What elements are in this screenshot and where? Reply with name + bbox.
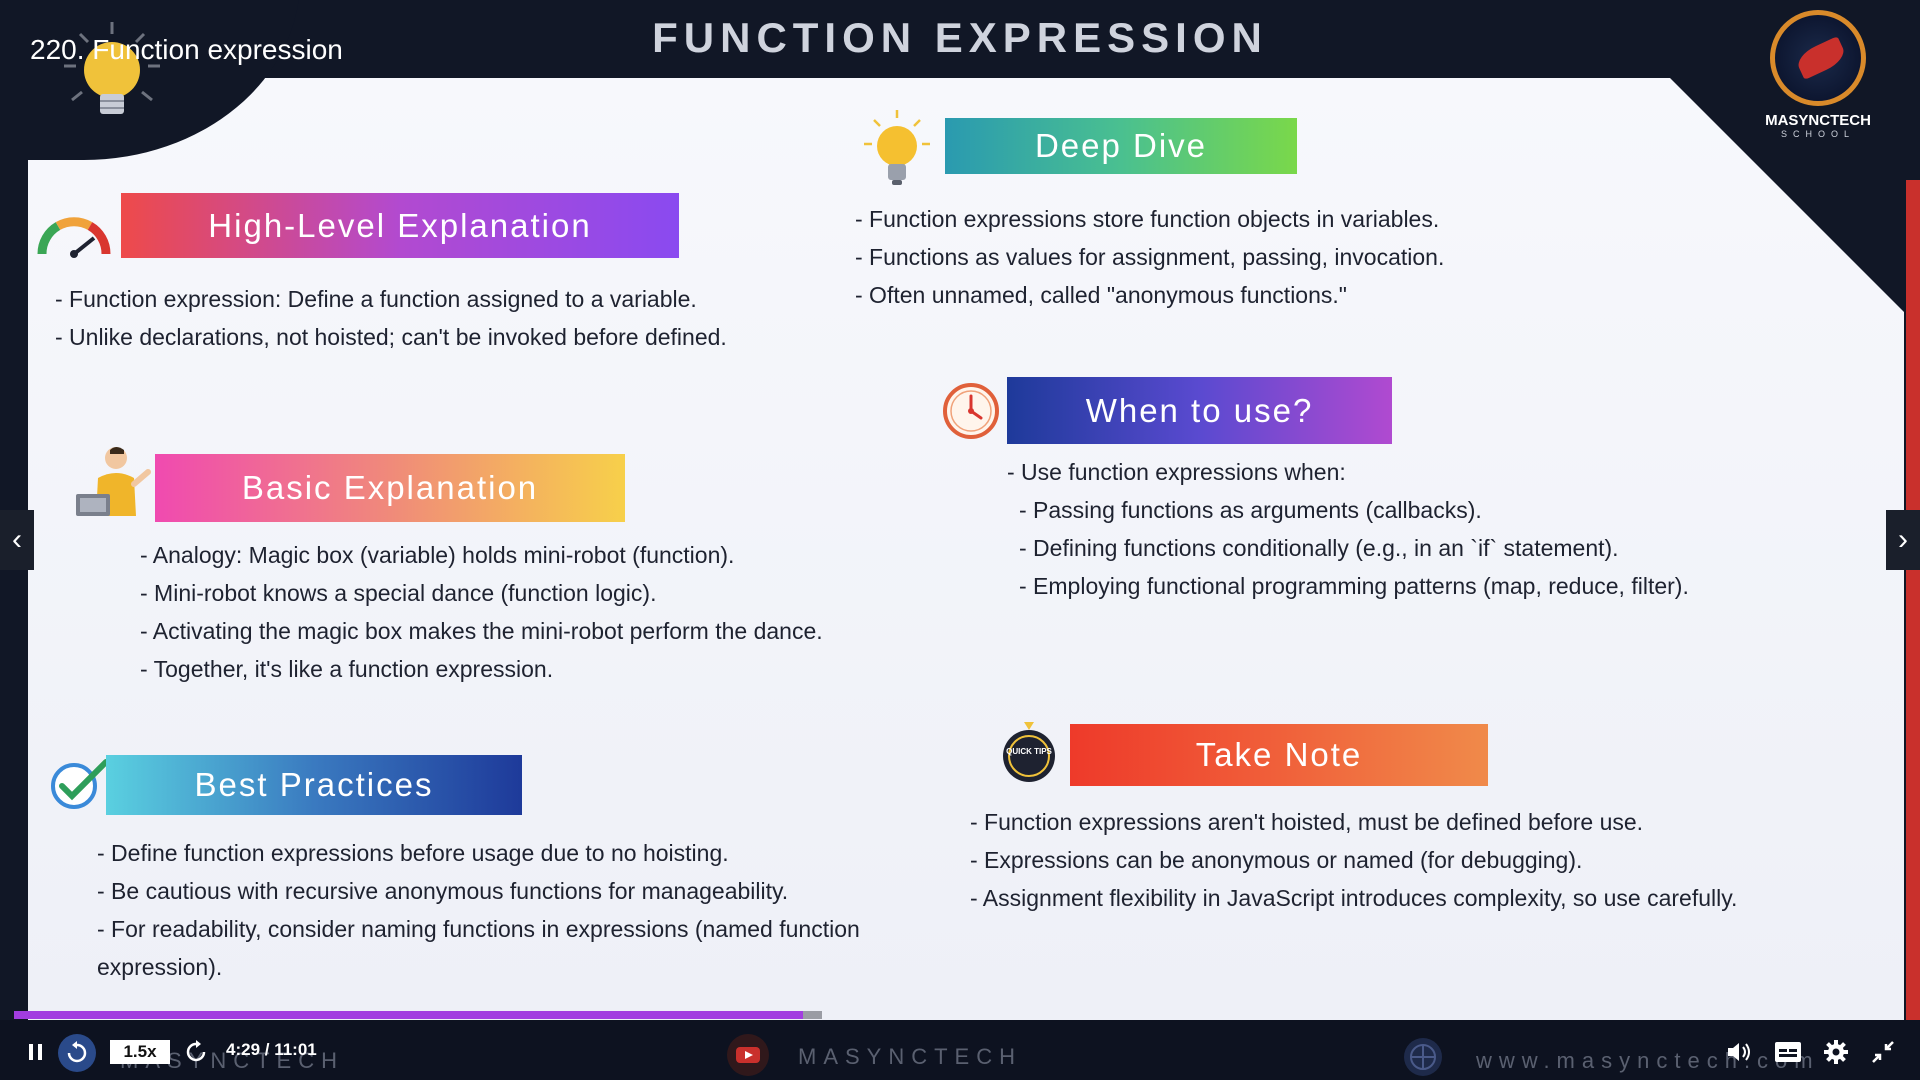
list-item: - Functions as values for assignment, pa…: [855, 244, 1445, 270]
rewind-icon: [67, 1041, 87, 1063]
best-practices-heading: Best Practices: [106, 755, 522, 815]
pause-button[interactable]: [24, 1040, 48, 1064]
video-title: 220. Function expression: [30, 34, 343, 65]
list-item: - Define function expressions before usa…: [97, 840, 729, 866]
when-to-use-heading: When to use?: [1007, 377, 1392, 444]
when-to-use-list: - Use function expressions when: - Passi…: [1007, 453, 1887, 605]
basic-explanation-list: - Analogy: Magic box (variable) holds mi…: [140, 536, 900, 688]
chevron-left-icon: ‹: [12, 523, 22, 556]
person-laptop-icon: [76, 447, 151, 516]
list-item: - Passing functions as arguments (callba…: [1019, 497, 1482, 523]
take-note-list: - Function expressions aren't hoisted, m…: [970, 803, 1870, 917]
watermark-url: www.masynctech.com: [1476, 1048, 1820, 1073]
clock-icon: [943, 383, 999, 439]
lightbulb-icon: [864, 110, 930, 185]
chevron-right-icon: ›: [1898, 523, 1908, 556]
list-item: - Employing functional programming patte…: [1019, 573, 1689, 599]
brand-emblem-icon: [1770, 10, 1866, 106]
settings-button[interactable]: [1820, 1036, 1852, 1068]
list-item: - Together, it's like a function express…: [140, 656, 554, 682]
volume-button[interactable]: [1724, 1038, 1754, 1066]
pause-icon: [29, 1044, 42, 1060]
list-item: - For readability, consider naming funct…: [97, 916, 860, 980]
list-item: - Defining functions conditionally (e.g.…: [1019, 535, 1619, 561]
volume-icon: [1728, 1043, 1750, 1061]
take-note-heading: Take Note: [1070, 724, 1488, 786]
youtube-logo-icon: [727, 1034, 769, 1076]
previous-slide-button[interactable]: ‹: [0, 510, 34, 570]
forward-button[interactable]: [182, 1038, 210, 1066]
slide-accent-edge: [1906, 180, 1920, 1020]
list-item: - Assignment flexibility in JavaScript i…: [970, 885, 1738, 911]
brand-name: MASYNCTECH: [1765, 112, 1871, 129]
exit-fullscreen-icon: [1872, 1041, 1894, 1063]
list-item: - Mini-robot knows a special dance (func…: [140, 580, 657, 606]
list-item: - Unlike declarations, not hoisted; can'…: [55, 324, 727, 350]
brand-logo: MASYNCTECH SCHOOL: [1758, 10, 1878, 150]
list-item: - Function expressions aren't hoisted, m…: [970, 809, 1644, 835]
list-item: - Use function expressions when:: [1007, 459, 1346, 485]
deep-dive-heading: Deep Dive: [945, 118, 1297, 174]
rewind-button[interactable]: [58, 1034, 96, 1072]
progress-bar-fill: [14, 1011, 803, 1019]
list-item: - Expressions can be anonymous or named …: [970, 847, 1583, 873]
playback-time: 4:29 / 11:01: [226, 1040, 317, 1059]
quick-tips-label: QUICK TIPS: [1006, 747, 1052, 756]
list-item: - Function expression: Define a function…: [55, 286, 697, 312]
list-item: - Function expressions store function ob…: [855, 206, 1440, 232]
next-slide-button[interactable]: ›: [1886, 510, 1920, 570]
brand-sub: SCHOOL: [1780, 129, 1855, 139]
list-item: - Often unnamed, called "anonymous funct…: [855, 282, 1347, 308]
checkmark-icon: [51, 759, 109, 809]
best-practices-list: - Define function expressions before usa…: [97, 834, 897, 986]
playback-speed-button[interactable]: 1.5x: [110, 1040, 170, 1064]
video-player[interactable]: FUNCTION EXPRESSION 220. Function expres…: [0, 0, 1920, 1080]
deep-dive-list: - Function expressions store function ob…: [855, 200, 1715, 314]
gear-icon: [1824, 1040, 1848, 1064]
forward-icon: [186, 1040, 206, 1062]
high-level-explanation-list: - Function expression: Define a function…: [55, 280, 735, 356]
basic-explanation-heading: Basic Explanation: [155, 454, 625, 522]
captions-button[interactable]: [1772, 1038, 1804, 1066]
exit-fullscreen-button[interactable]: [1868, 1038, 1898, 1066]
watermark-center: MASYNCTECH: [798, 1044, 1023, 1069]
quick-tips-icon: QUICK TIPS: [1003, 722, 1055, 782]
globe-icon: [1404, 1038, 1442, 1076]
list-item: - Analogy: Magic box (variable) holds mi…: [140, 542, 735, 568]
list-item: - Activating the magic box makes the min…: [140, 618, 823, 644]
list-item: - Be cautious with recursive anonymous f…: [97, 878, 789, 904]
high-level-explanation-heading: High-Level Explanation: [121, 193, 679, 258]
speedometer-icon: [37, 217, 111, 258]
captions-icon: [1775, 1042, 1801, 1062]
